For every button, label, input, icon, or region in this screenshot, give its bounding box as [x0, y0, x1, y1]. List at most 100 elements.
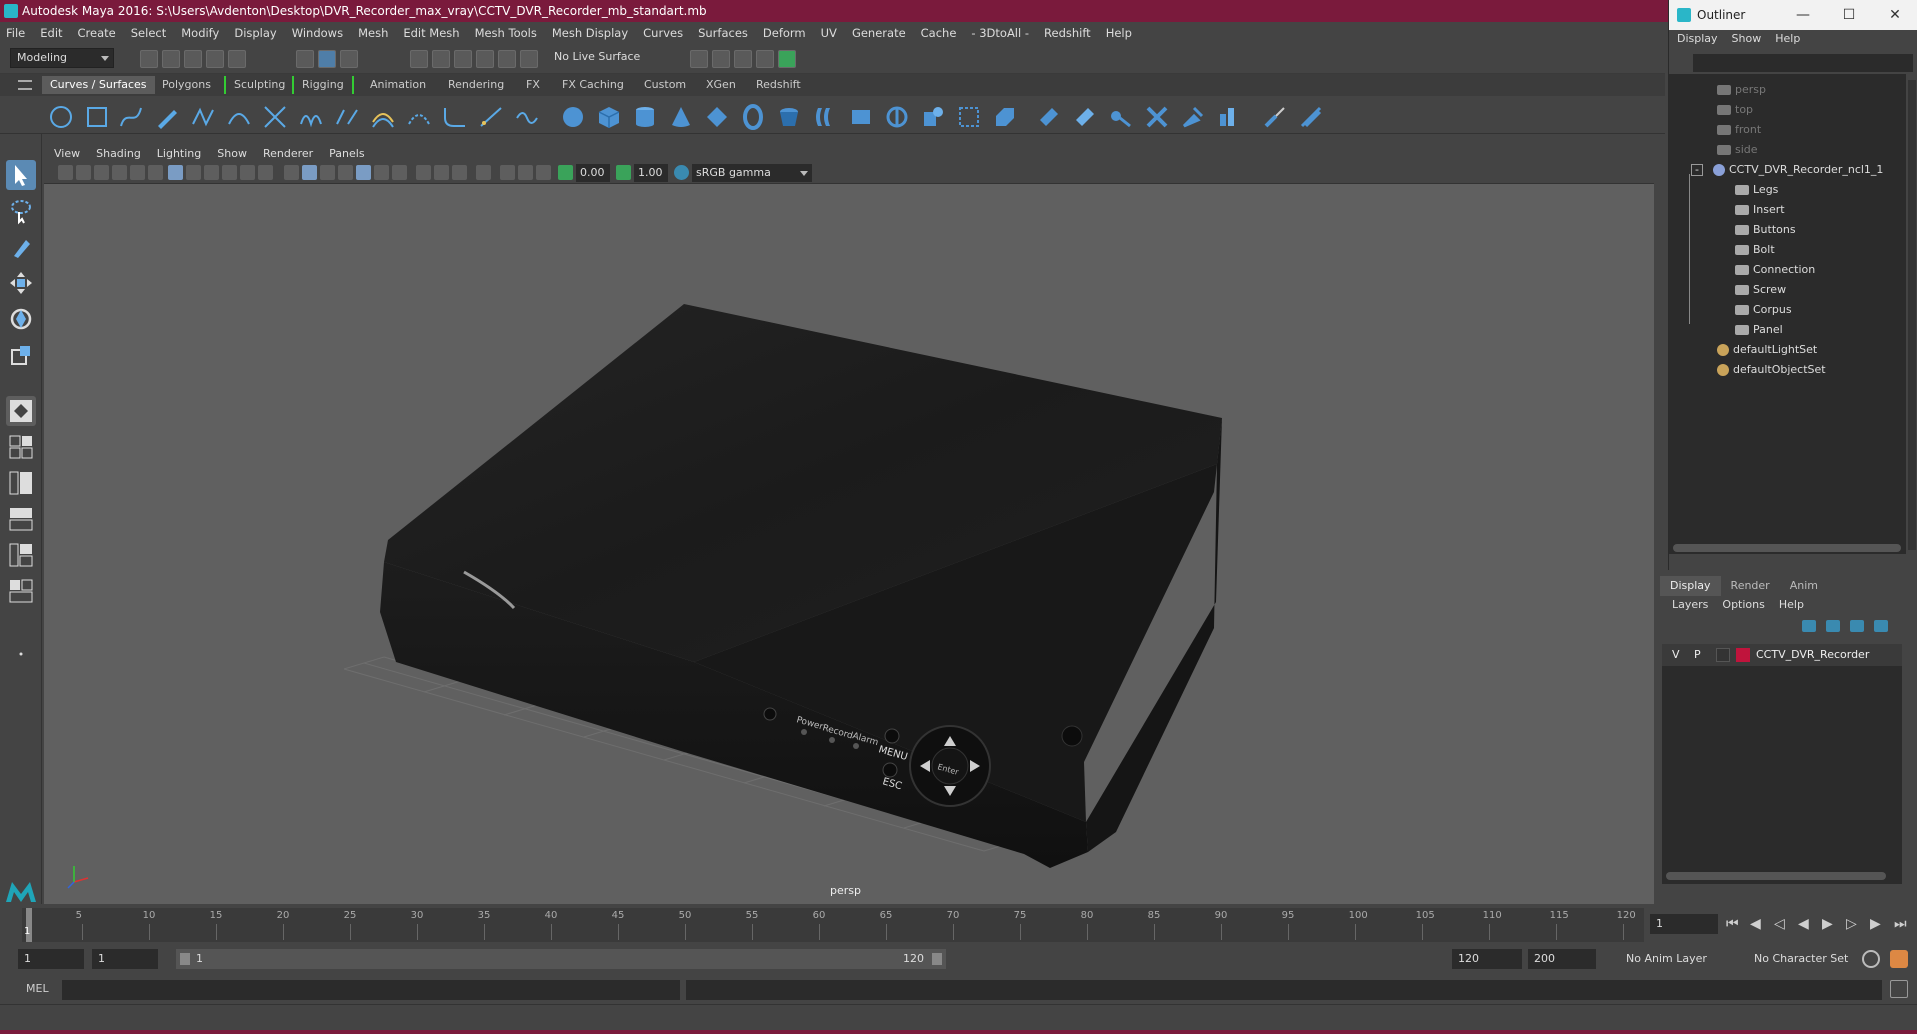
- anti-aliasing-icon[interactable]: [452, 165, 467, 180]
- four-view-layout[interactable]: [6, 432, 36, 462]
- smooth-shade-icon[interactable]: [302, 165, 317, 180]
- animation-end-field[interactable]: 200: [1528, 949, 1596, 969]
- outliner-item-top[interactable]: top: [1717, 100, 1753, 120]
- outliner-item-front[interactable]: front: [1717, 120, 1761, 140]
- scale-tool[interactable]: [6, 340, 36, 370]
- shelf-tab-animation[interactable]: Animation: [362, 76, 434, 94]
- vp-menu-lighting[interactable]: Lighting: [157, 147, 201, 160]
- bezier-curve-icon[interactable]: [226, 104, 252, 130]
- gate-mask-icon[interactable]: [222, 165, 237, 180]
- use-all-lights-icon[interactable]: [374, 165, 389, 180]
- square-surface-icon[interactable]: [992, 104, 1018, 130]
- range-slider[interactable]: 1 120: [176, 949, 946, 969]
- outliner-item-cctv-dvr-recorder[interactable]: - CCTV_DVR_Recorder_ncl1_1: [1691, 160, 1883, 180]
- live-surface-field[interactable]: No Live Surface: [548, 48, 654, 68]
- camera-attributes-icon[interactable]: [76, 165, 91, 180]
- gamma-field[interactable]: 1.00: [634, 164, 668, 182]
- 2d-pan-zoom-icon[interactable]: [130, 165, 145, 180]
- move-layer-down-icon[interactable]: [1826, 620, 1840, 632]
- mode-dropdown[interactable]: Modeling: [10, 48, 114, 68]
- nurbs-torus-icon[interactable]: [740, 104, 766, 130]
- range-end-handle[interactable]: [932, 953, 942, 965]
- layer-color-swatch[interactable]: [1736, 648, 1750, 662]
- go-to-end-icon[interactable]: ⏭: [1894, 916, 1907, 932]
- motion-blur-icon[interactable]: [434, 165, 449, 180]
- nurbs-cylinder-icon[interactable]: [632, 104, 658, 130]
- outliner-item-panel[interactable]: Panel: [1735, 320, 1783, 340]
- vp-menu-shading[interactable]: Shading: [96, 147, 141, 160]
- menu-modify[interactable]: Modify: [181, 26, 219, 40]
- step-back-frame-icon[interactable]: ◁: [1774, 916, 1785, 932]
- menu-edit-mesh[interactable]: Edit Mesh: [403, 26, 459, 40]
- shelf-tab-xgen[interactable]: XGen: [698, 76, 744, 94]
- menu-help[interactable]: Help: [1106, 26, 1132, 40]
- snap-curve-icon[interactable]: [432, 50, 450, 68]
- hypershade-layout[interactable]: [6, 540, 36, 570]
- planar-icon[interactable]: [848, 104, 874, 130]
- open-scene-icon[interactable]: [162, 50, 180, 68]
- outliner-item-corpus[interactable]: Corpus: [1735, 300, 1792, 320]
- revolve-icon[interactable]: [776, 104, 802, 130]
- shelf-tab-redshift[interactable]: Redshift: [748, 76, 809, 94]
- outliner-tree[interactable]: persp top front side - CCTV_DVR_Recorder_…: [1669, 74, 1906, 554]
- menu-select[interactable]: Select: [131, 26, 166, 40]
- shelf-tab-polygons[interactable]: Polygons: [154, 76, 219, 94]
- outliner-search-input[interactable]: [1693, 54, 1913, 72]
- menu-edit[interactable]: Edit: [40, 26, 62, 40]
- new-layer-selected-icon[interactable]: [1874, 620, 1888, 632]
- new-scene-icon[interactable]: [140, 50, 158, 68]
- outliner-horizontal-scrollbar[interactable]: [1673, 544, 1901, 552]
- xray-active-icon[interactable]: [518, 165, 533, 180]
- extend-surface-icon[interactable]: [1180, 104, 1206, 130]
- menu-mesh-display[interactable]: Mesh Display: [552, 26, 628, 40]
- menu-3dtoall[interactable]: - 3DtoAll -: [971, 26, 1029, 40]
- menu-display[interactable]: Display: [234, 26, 276, 40]
- curve-smooth-icon[interactable]: [514, 104, 540, 130]
- outliner-menu-help[interactable]: Help: [1775, 32, 1800, 50]
- curve-intersect-icon[interactable]: [262, 104, 288, 130]
- layer-tab-render[interactable]: Render: [1721, 576, 1780, 596]
- redo-icon[interactable]: [228, 50, 246, 68]
- playback-end-field[interactable]: 120: [1452, 949, 1522, 969]
- step-back-key-icon[interactable]: ◀: [1750, 916, 1761, 932]
- time-ruler[interactable]: 1 5 10 15 20 25 30 35 40 45 50 55 60 65 70 75 80 85 90 95 1…: [22, 908, 1644, 942]
- image-plane-icon[interactable]: [112, 165, 127, 180]
- curve-extend-icon[interactable]: [478, 104, 504, 130]
- safe-action-icon[interactable]: [258, 165, 273, 180]
- outliner-item-persp[interactable]: persp: [1717, 80, 1766, 100]
- ipr-render-icon[interactable]: [756, 50, 774, 68]
- layer-menu-options[interactable]: Options: [1722, 598, 1764, 611]
- shelf-tab-fx[interactable]: FX: [518, 76, 548, 94]
- render-current-icon[interactable]: [734, 50, 752, 68]
- layer-tab-anim[interactable]: Anim: [1780, 576, 1828, 596]
- sculpt-tool-icon[interactable]: [1262, 104, 1288, 130]
- single-perspective-layout[interactable]: [6, 396, 36, 426]
- auto-key-icon[interactable]: [1862, 950, 1880, 968]
- maximize-icon[interactable]: ☐: [1826, 0, 1872, 30]
- birail-icon[interactable]: [920, 104, 946, 130]
- layer-visibility-toggle[interactable]: V: [1672, 644, 1680, 666]
- outliner-item-bolt[interactable]: Bolt: [1735, 240, 1775, 260]
- preferences-icon[interactable]: [1890, 950, 1908, 968]
- shelf-tab-custom[interactable]: Custom: [636, 76, 694, 94]
- menu-mesh[interactable]: Mesh: [358, 26, 388, 40]
- grid-icon[interactable]: [168, 165, 183, 180]
- move-tool[interactable]: [6, 268, 36, 298]
- nurbs-plane-icon[interactable]: [704, 104, 730, 130]
- outliner-item-connection[interactable]: Connection: [1735, 260, 1815, 280]
- screen-space-ao-icon[interactable]: [416, 165, 431, 180]
- gamma-icon[interactable]: [616, 165, 631, 180]
- film-gate-icon[interactable]: [186, 165, 201, 180]
- outliner-menu-show[interactable]: Show: [1732, 32, 1762, 50]
- menu-create[interactable]: Create: [78, 26, 116, 40]
- time-slider[interactable]: 1 5 10 15 20 25 30 35 40 45 50 55 60 65 70 75 80 85 90 95 1…: [0, 904, 1917, 946]
- nurbs-cone-icon[interactable]: [668, 104, 694, 130]
- outliner-item-buttons[interactable]: Buttons: [1735, 220, 1796, 240]
- xray-icon[interactable]: [500, 165, 515, 180]
- persp-outliner-layout[interactable]: [6, 468, 36, 498]
- select-camera-icon[interactable]: [58, 165, 73, 180]
- nurbs-cube-icon[interactable]: [596, 104, 622, 130]
- range-start-handle[interactable]: [180, 953, 190, 965]
- menu-file[interactable]: File: [6, 26, 25, 40]
- textured-icon[interactable]: [356, 165, 371, 180]
